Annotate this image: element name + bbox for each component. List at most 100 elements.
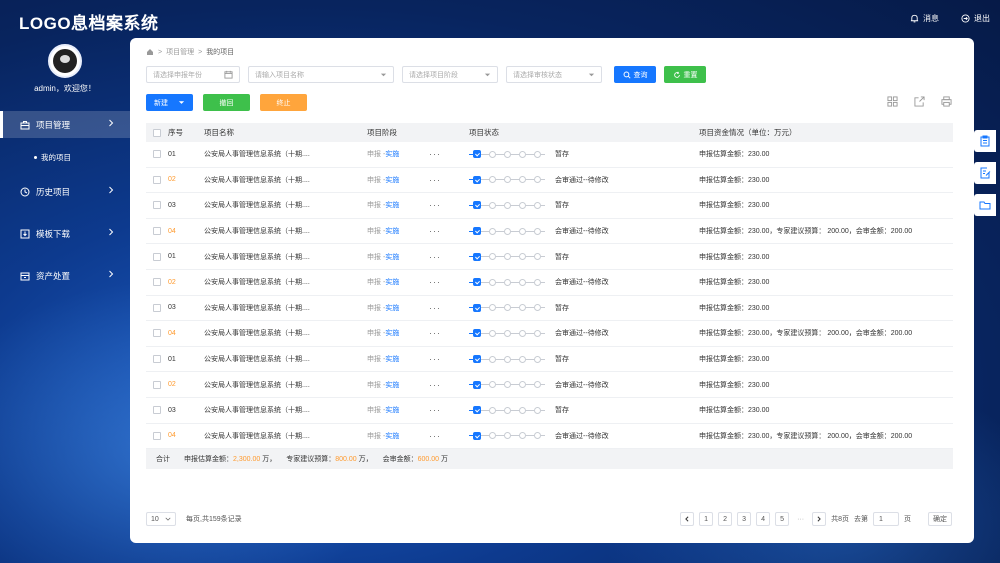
row-more-button[interactable]: ··· [429,168,469,193]
goto-confirm-button[interactable]: 确定 [928,512,952,526]
row-checkbox[interactable] [153,380,161,389]
row-checkbox[interactable] [153,150,161,159]
row-stage-implement[interactable]: 实施 [385,354,399,364]
print-icon[interactable] [941,96,952,107]
table-row[interactable]: 03 公安局人事管理信息系统（十期.... 申报 - 实施 ··· 暂存 申报估算金额：23… [146,398,953,424]
row-checkbox[interactable] [153,252,161,261]
table-row[interactable]: 01 公安局人事管理信息系统（十期.... 申报 - 实施 ··· 暂存 申报估算金额：23… [146,142,953,168]
row-checkbox[interactable] [153,303,161,312]
sidebar-subitem-my-projects[interactable]: 我的项目 [34,152,71,163]
row-checkbox[interactable] [153,406,161,415]
page-button-5[interactable]: 5 [775,512,790,526]
logout-button[interactable]: 退出 [961,13,990,24]
stage-select[interactable]: 请选择项目阶段 [402,66,498,83]
review-status-select[interactable]: 请选择审核状态 [506,66,602,83]
side-tool-edit[interactable] [974,162,996,184]
withdraw-button[interactable]: 撤回 [203,94,250,111]
row-more-button[interactable]: ··· [429,219,469,244]
reset-button[interactable]: 重置 [664,66,706,83]
table-row[interactable]: 02 公安局人事管理信息系统（十期.... 申报 - 实施 ··· 会审通过--待修改 申报… [146,270,953,296]
row-name[interactable]: 公安局人事管理信息系统（十期.... [204,219,367,244]
page-button-2[interactable]: 2 [718,512,733,526]
row-more-button[interactable]: ··· [429,347,469,372]
breadcrumb-level1[interactable]: 项目管理 [166,47,194,57]
year-picker[interactable]: 请选择申报年份 [146,66,240,83]
row-stage-implement[interactable]: 实施 [385,303,399,313]
row-more-button[interactable]: ··· [429,372,469,397]
table-row[interactable]: 04 公安局人事管理信息系统（十期.... 申报 - 实施 ··· 会审通过--待修改 申报… [146,321,953,347]
header-name: 项目名称 [204,128,234,137]
sidebar-item-template-download[interactable]: 模板下载 [0,220,130,247]
sidebar-item-asset-disposal[interactable]: 资产处置 [0,262,130,289]
page-button-3[interactable]: 3 [737,512,752,526]
search-button[interactable]: 查询 [614,66,656,83]
side-tool-list[interactable] [974,130,996,152]
row-name[interactable]: 公安局人事管理信息系统（十期.... [204,424,367,449]
page-button-4[interactable]: 4 [756,512,771,526]
row-stage-implement[interactable]: 实施 [385,277,399,287]
row-more-button[interactable]: ··· [429,321,469,346]
home-icon[interactable] [146,48,154,56]
row-more-button[interactable]: ··· [429,244,469,269]
chevron-right-icon [817,516,821,522]
row-checkbox[interactable] [153,201,161,210]
export-icon[interactable] [914,96,925,107]
row-checkbox[interactable] [153,227,161,236]
row-stage-implement[interactable]: 实施 [385,252,399,262]
chevron-right-icon [109,186,114,194]
reset-label: 重置 [683,71,698,79]
prev-page-button[interactable] [680,512,695,526]
table-row[interactable]: 03 公安局人事管理信息系统（十期.... 申报 - 实施 ··· 暂存 申报估算金额：23… [146,193,953,219]
row-stage-implement[interactable]: 实施 [385,328,399,338]
project-name-input[interactable]: 请输入项目名称 [248,66,394,83]
next-page-button[interactable] [812,512,827,526]
sidebar-item-history[interactable]: 历史项目 [0,178,130,205]
table-row[interactable]: 02 公安局人事管理信息系统（十期.... 申报 - 实施 ··· 会审通过--待修改 申报… [146,168,953,194]
terminate-button[interactable]: 终止 [260,94,307,111]
row-stage-implement[interactable]: 实施 [385,380,399,390]
messages-button[interactable]: 消息 [910,13,939,24]
row-stage-implement[interactable]: 实施 [385,175,399,185]
row-more-button[interactable]: ··· [429,142,469,167]
row-name[interactable]: 公安局人事管理信息系统（十期.... [204,321,367,346]
row-stage-implement[interactable]: 实施 [385,226,399,236]
side-tool-folder[interactable] [974,194,996,216]
grid-icon[interactable] [887,96,898,107]
page-button-1[interactable]: 1 [699,512,714,526]
new-button[interactable]: 新建 [146,94,193,111]
row-name[interactable]: 公安局人事管理信息系统（十期.... [204,296,367,321]
row-more-button[interactable]: ··· [429,424,469,449]
select-all-checkbox[interactable] [153,128,161,137]
row-name[interactable]: 公安局人事管理信息系统（十期.... [204,168,367,193]
sidebar-item-project-management[interactable]: 项目管理 [0,111,130,138]
goto-page-input[interactable]: 1 [873,512,899,526]
table-row[interactable]: 04 公安局人事管理信息系统（十期.... 申报 - 实施 ··· 会审通过--待修改 申报… [146,424,953,450]
table-row[interactable]: 03 公安局人事管理信息系统（十期.... 申报 - 实施 ··· 暂存 申报估算金额：23… [146,296,953,322]
row-checkbox[interactable] [153,431,161,440]
row-more-button[interactable]: ··· [429,270,469,295]
row-name[interactable]: 公安局人事管理信息系统（十期.... [204,193,367,218]
row-name[interactable]: 公安局人事管理信息系统（十期.... [204,270,367,295]
row-more-button[interactable]: ··· [429,193,469,218]
row-stage-implement[interactable]: 实施 [385,200,399,210]
row-more-button[interactable]: ··· [429,296,469,321]
row-stage-implement[interactable]: 实施 [385,431,399,441]
avatar[interactable] [48,44,82,78]
row-name[interactable]: 公安局人事管理信息系统（十期.... [204,244,367,269]
row-name[interactable]: 公安局人事管理信息系统（十期.... [204,398,367,423]
table-row[interactable]: 04 公安局人事管理信息系统（十期.... 申报 - 实施 ··· 会审通过--待修改 申报… [146,219,953,245]
row-checkbox[interactable] [153,355,161,364]
table-row[interactable]: 01 公安局人事管理信息系统（十期.... 申报 - 实施 ··· 暂存 申报估算金额：23… [146,347,953,373]
row-name[interactable]: 公安局人事管理信息系统（十期.... [204,347,367,372]
row-stage-implement[interactable]: 实施 [385,405,399,415]
row-name[interactable]: 公安局人事管理信息系统（十期.... [204,372,367,397]
row-stage-implement[interactable]: 实施 [385,149,399,159]
row-more-button[interactable]: ··· [429,398,469,423]
row-checkbox[interactable] [153,175,161,184]
page-size-select[interactable]: 10 [146,512,176,526]
row-checkbox[interactable] [153,278,161,287]
table-row[interactable]: 01 公安局人事管理信息系统（十期.... 申报 - 实施 ··· 暂存 申报估算金额：23… [146,244,953,270]
row-name[interactable]: 公安局人事管理信息系统（十期.... [204,142,367,167]
table-row[interactable]: 02 公安局人事管理信息系统（十期.... 申报 - 实施 ··· 会审通过--待修改 申报… [146,372,953,398]
row-checkbox[interactable] [153,329,161,338]
